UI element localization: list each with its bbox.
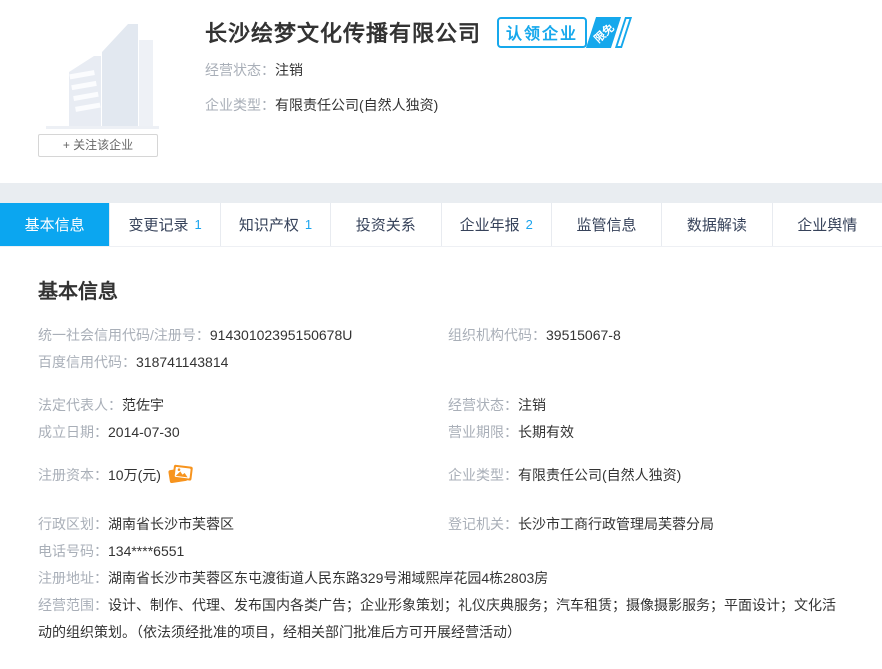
- field-value: 有限责任公司(自然人独资): [518, 467, 681, 483]
- info-row: 电话号码：134****6551: [38, 538, 844, 565]
- status-value: 注销: [275, 62, 303, 78]
- follow-company-button[interactable]: + 关注该企业: [38, 134, 158, 157]
- field-label: 百度信用代码：: [38, 354, 136, 370]
- field-value: 湖南省长沙市芙蓉区东屯渡街道人民东路329号湘域熙岸花园4栋2803房: [108, 570, 548, 586]
- field-label: 法定代表人：: [38, 397, 122, 413]
- tab-annual-reports[interactable]: 企业年报 2: [441, 203, 551, 246]
- info-row: 成立日期：2014-07-30 营业期限：长期有效: [38, 419, 844, 446]
- field-label: 营业期限：: [448, 424, 518, 440]
- tab-count: 1: [194, 217, 201, 232]
- field-value: 范佐宇: [122, 397, 164, 413]
- field-label: 企业类型：: [448, 467, 518, 483]
- tab-intellectual-property[interactable]: 知识产权 1: [220, 203, 330, 246]
- company-summary: 长沙绘梦文化传播有限公司 认领企业 限免 经营状态：注销 企业类型：有限责任公司…: [205, 16, 627, 118]
- field-value: 39515067-8: [546, 327, 621, 343]
- field-label: 经营状态：: [448, 397, 518, 413]
- tab-basic-info[interactable]: 基本信息: [0, 203, 109, 246]
- tab-label: 企业舆情: [797, 214, 857, 235]
- field-value: 湖南省长沙市芙蓉区: [108, 516, 234, 532]
- tab-label: 基本信息: [25, 214, 85, 235]
- header-status-row: 经营状态：注销: [205, 57, 627, 83]
- field-label: 行政区划：: [38, 516, 108, 532]
- field-value: 10万(元): [108, 467, 161, 483]
- building-icon: [40, 10, 165, 135]
- claim-badge-tag: 限免: [590, 19, 617, 46]
- company-header: + 关注该企业 长沙绘梦文化传播有限公司 认领企业 限免 经营状态：注销 企业类…: [0, 0, 882, 183]
- business-scope-row: 经营范围：设计、制作、代理、发布国内各类广告；企业形象策划；礼仪庆典服务；汽车租…: [38, 592, 844, 646]
- company-name: 长沙绘梦文化传播有限公司: [205, 16, 481, 48]
- info-row: 百度信用代码：318741143814: [38, 349, 844, 376]
- tab-count: 1: [305, 217, 312, 232]
- info-row: 行政区划：湖南省长沙市芙蓉区 登记机关：长沙市工商行政管理局芙蓉分局: [38, 511, 844, 538]
- field-label: 电话号码：: [38, 543, 108, 559]
- field-label: 注册资本：: [38, 467, 108, 483]
- field-label: 经营范围：: [38, 597, 108, 613]
- tab-label: 投资关系: [356, 214, 416, 235]
- company-logo: [40, 10, 165, 135]
- tab-supervision-info[interactable]: 监管信息: [551, 203, 661, 246]
- tab-label: 数据解读: [687, 214, 747, 235]
- field-value: 注销: [518, 397, 546, 413]
- field-value: 91430102395150678U: [210, 327, 352, 343]
- field-label: 登记机关：: [448, 516, 518, 532]
- type-label: 企业类型：: [205, 97, 275, 113]
- field-value: 134****6551: [108, 543, 184, 559]
- claim-badge-label: 认领企业: [497, 17, 587, 48]
- field-label: 组织机构代码：: [448, 327, 546, 343]
- field-value: 318741143814: [136, 354, 228, 370]
- field-label: 统一社会信用代码/注册号：: [38, 327, 210, 343]
- info-row: 统一社会信用代码/注册号：91430102395150678U 组织机构代码：3…: [38, 322, 844, 349]
- info-row: 注册资本：10万(元) 企业类型：有限责任公司(自然人独资): [38, 462, 844, 495]
- registered-address-row: 注册地址：湖南省长沙市芙蓉区东屯渡街道人民东路329号湘域熙岸花园4栋2803房: [38, 565, 844, 592]
- tab-bar: 基本信息 变更记录 1 知识产权 1 投资关系 企业年报 2 监管信息 数据解读…: [0, 203, 882, 247]
- tab-label: 监管信息: [577, 214, 637, 235]
- divider-band: [0, 183, 882, 203]
- info-row: 法定代表人：范佐宇 经营状态：注销: [38, 392, 844, 419]
- field-value: 长期有效: [518, 424, 574, 440]
- info-group-codes: 统一社会信用代码/注册号：91430102395150678U 组织机构代码：3…: [38, 322, 844, 376]
- tab-change-records[interactable]: 变更记录 1: [109, 203, 219, 246]
- status-label: 经营状态：: [205, 62, 275, 78]
- tab-label: 变更记录: [128, 214, 188, 235]
- field-label: 注册地址：: [38, 570, 108, 586]
- tab-count: 2: [526, 217, 533, 232]
- field-value: 设计、制作、代理、发布国内各类广告；企业形象策划；礼仪庆典服务；汽车租赁；摄像摄…: [38, 597, 836, 640]
- tab-public-opinion[interactable]: 企业舆情: [772, 203, 882, 246]
- tab-label: 企业年报: [460, 214, 520, 235]
- section-title: 基本信息: [38, 275, 844, 304]
- field-label: 成立日期：: [38, 424, 108, 440]
- info-group-capital: 注册资本：10万(元) 企业类型：有限责任公司(自然人独资): [38, 462, 844, 495]
- basic-info-panel: 基本信息 统一社会信用代码/注册号：91430102395150678U 组织机…: [0, 275, 882, 646]
- photo-icon[interactable]: [167, 464, 193, 495]
- field-value: 长沙市工商行政管理局芙蓉分局: [518, 516, 714, 532]
- tab-investment-relations[interactable]: 投资关系: [330, 203, 440, 246]
- info-group-registration: 行政区划：湖南省长沙市芙蓉区 登记机关：长沙市工商行政管理局芙蓉分局 电话号码：…: [38, 511, 844, 646]
- claim-company-badge[interactable]: 认领企业 限免: [497, 17, 627, 48]
- header-type-row: 企业类型：有限责任公司(自然人独资): [205, 92, 627, 118]
- type-value: 有限责任公司(自然人独资): [275, 97, 438, 113]
- tab-data-interpretation[interactable]: 数据解读: [661, 203, 771, 246]
- info-group-legal: 法定代表人：范佐宇 经营状态：注销 成立日期：2014-07-30 营业期限：长…: [38, 392, 844, 446]
- tab-label: 知识产权: [239, 214, 299, 235]
- field-value: 2014-07-30: [108, 424, 180, 440]
